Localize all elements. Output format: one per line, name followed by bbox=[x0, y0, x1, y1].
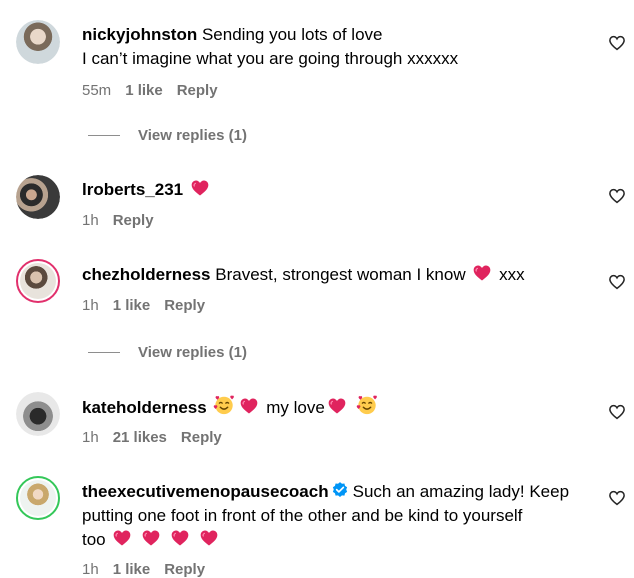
heart-outline-icon[interactable] bbox=[608, 403, 626, 421]
comment-meta: 55m 1 like Reply bbox=[82, 82, 218, 99]
comment-text: Bravest, strongest woman I know bbox=[215, 265, 466, 284]
heart-outline-icon[interactable] bbox=[608, 273, 626, 291]
comment-time: 1h bbox=[82, 212, 99, 229]
reply-button[interactable]: Reply bbox=[181, 429, 222, 446]
avatar[interactable] bbox=[16, 175, 60, 219]
likes-count[interactable]: 21 likes bbox=[113, 429, 167, 446]
red-heart-emoji bbox=[472, 263, 492, 283]
red-heart-emoji bbox=[190, 178, 210, 198]
likes-count[interactable]: 1 like bbox=[113, 561, 151, 578]
comment-time: 1h bbox=[82, 561, 99, 578]
comment-text: Such an amazing lady! Keep bbox=[352, 482, 570, 501]
comment-text: Sending you lots of love bbox=[201, 25, 383, 44]
comment-username[interactable]: kateholderness bbox=[82, 398, 207, 417]
comment-time: 55m bbox=[82, 82, 112, 99]
comment-username[interactable]: lroberts_231 bbox=[82, 180, 183, 199]
view-replies-button[interactable]: View replies (1) bbox=[88, 344, 247, 361]
verified-badge-icon bbox=[331, 481, 349, 499]
reply-button[interactable]: Reply bbox=[177, 82, 218, 99]
heart-outline-icon[interactable] bbox=[608, 34, 626, 52]
comment-time: 1h bbox=[82, 297, 99, 314]
view-replies-label[interactable]: View replies (1) bbox=[138, 127, 247, 144]
heart-outline-icon[interactable] bbox=[608, 489, 626, 507]
comment-text: my love bbox=[266, 398, 325, 417]
comment-username[interactable]: theexecutivemenopausecoach bbox=[82, 482, 329, 501]
reply-button[interactable]: Reply bbox=[164, 297, 205, 314]
red-heart-emoji bbox=[141, 528, 161, 548]
comment-username[interactable]: nickyjohnston bbox=[82, 25, 197, 44]
likes-count[interactable]: 1 like bbox=[125, 82, 163, 99]
avatar[interactable] bbox=[16, 476, 60, 520]
comment-username[interactable]: chezholderness bbox=[82, 265, 211, 284]
avatar[interactable] bbox=[16, 392, 60, 436]
divider bbox=[88, 135, 120, 136]
comment-text: I can’t imagine what you are going throu… bbox=[82, 49, 459, 68]
view-replies-button[interactable]: View replies (1) bbox=[88, 127, 247, 144]
red-heart-emoji bbox=[239, 396, 259, 416]
view-replies-label[interactable]: View replies (1) bbox=[138, 344, 247, 361]
smiling-face-with-hearts-emoji bbox=[213, 394, 235, 416]
red-heart-emoji bbox=[199, 528, 219, 548]
red-heart-emoji bbox=[170, 528, 190, 548]
heart-outline-icon[interactable] bbox=[608, 187, 626, 205]
comment-meta: 1h 1 like Reply bbox=[82, 297, 205, 314]
comment-meta: 1h 21 likes Reply bbox=[82, 429, 222, 446]
likes-count[interactable]: 1 like bbox=[113, 297, 151, 314]
avatar[interactable] bbox=[16, 20, 60, 64]
comment-meta: 1h Reply bbox=[82, 212, 154, 229]
reply-button[interactable]: Reply bbox=[113, 212, 154, 229]
red-heart-emoji bbox=[112, 528, 132, 548]
divider bbox=[88, 352, 120, 353]
reply-button[interactable]: Reply bbox=[164, 561, 205, 578]
comment-text: too bbox=[82, 530, 106, 549]
red-heart-emoji bbox=[327, 396, 347, 416]
comment-time: 1h bbox=[82, 429, 99, 446]
comment-text: putting one foot in front of the other a… bbox=[82, 506, 523, 525]
smiling-face-with-hearts-emoji bbox=[356, 394, 378, 416]
avatar[interactable] bbox=[16, 259, 60, 303]
comment-text: xxx bbox=[499, 265, 525, 284]
comment-meta: 1h 1 like Reply bbox=[82, 561, 205, 578]
